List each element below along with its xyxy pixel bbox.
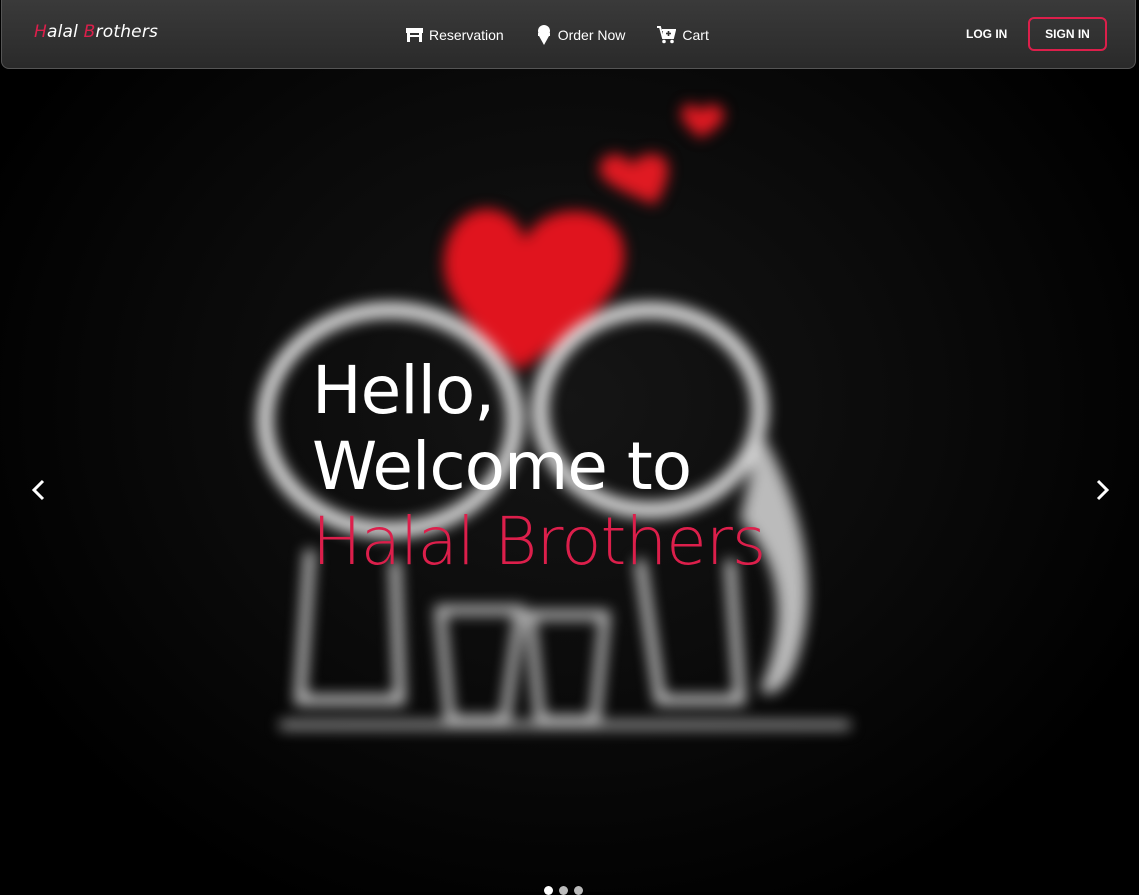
- nav-order-now[interactable]: Order Now: [536, 24, 626, 45]
- top-navbar: Halal Brothers Reservation Order Now Car…: [1, 0, 1136, 69]
- hero-heading-line2: Welcome to: [312, 428, 692, 505]
- nav-order-now-label: Order Now: [557, 26, 626, 43]
- nav-reservation[interactable]: Reservation: [406, 27, 504, 43]
- table-icon: [406, 27, 423, 42]
- ice-cream-icon: [537, 24, 550, 45]
- carousel-dot[interactable]: [544, 886, 553, 895]
- nav-cart-label: Cart: [682, 26, 709, 43]
- small-heart: [599, 154, 668, 205]
- chevron-right-icon[interactable]: [1090, 478, 1114, 502]
- login-button[interactable]: LOG IN: [966, 27, 1007, 41]
- right-body: [635, 559, 746, 705]
- signin-button[interactable]: SIGN IN: [1028, 17, 1107, 51]
- carousel-dot[interactable]: [559, 886, 568, 895]
- nav-cart[interactable]: Cart: [657, 25, 709, 44]
- nav-reservation-label: Reservation: [429, 26, 504, 43]
- carousel-dot[interactable]: [574, 886, 583, 895]
- hero-heading-line3: Halal Brothers: [312, 503, 766, 580]
- brand-logo[interactable]: Halal Brothers: [34, 22, 158, 42]
- right-cup: [525, 610, 610, 725]
- hero-heading-line1: Hello,: [312, 352, 495, 429]
- left-cup: [435, 605, 526, 725]
- carousel-indicators: [544, 886, 589, 895]
- nav-links: Reservation Order Now Cart: [406, 0, 741, 69]
- tiny-heart: [681, 104, 725, 138]
- chevron-left-icon[interactable]: [27, 478, 51, 502]
- cart-plus-icon: [657, 25, 677, 43]
